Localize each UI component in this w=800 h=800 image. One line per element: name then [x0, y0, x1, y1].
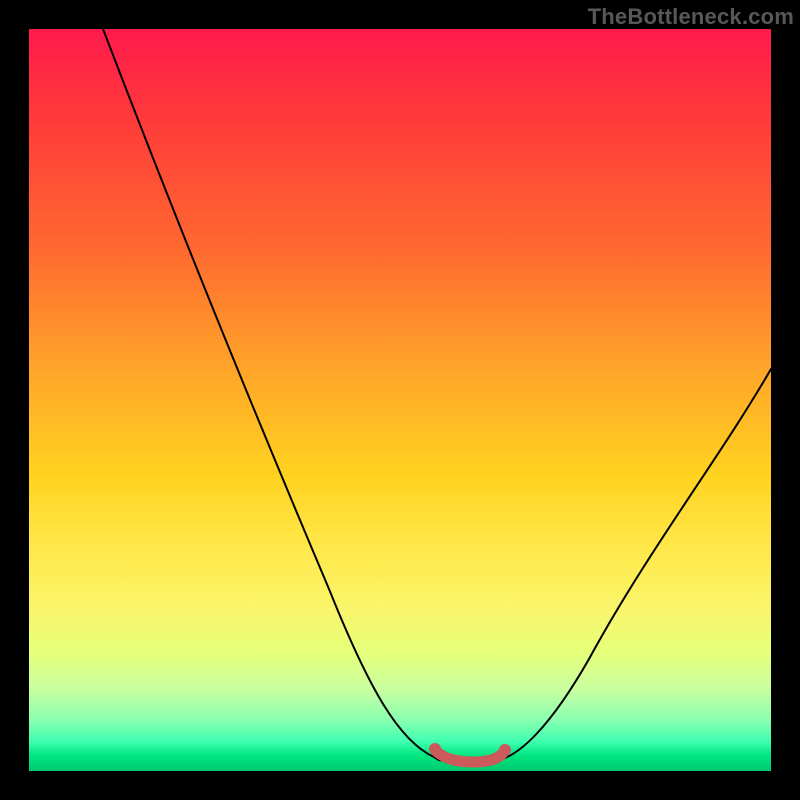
optimal-range-start-dot — [429, 743, 441, 755]
plot-area — [29, 29, 771, 771]
optimal-range-end-dot — [499, 744, 511, 756]
watermark-text: TheBottleneck.com — [588, 4, 794, 30]
optimal-range-marker — [437, 752, 503, 762]
chart-frame: TheBottleneck.com — [0, 0, 800, 800]
curve-layer — [29, 29, 771, 771]
bottleneck-curve — [103, 29, 771, 762]
